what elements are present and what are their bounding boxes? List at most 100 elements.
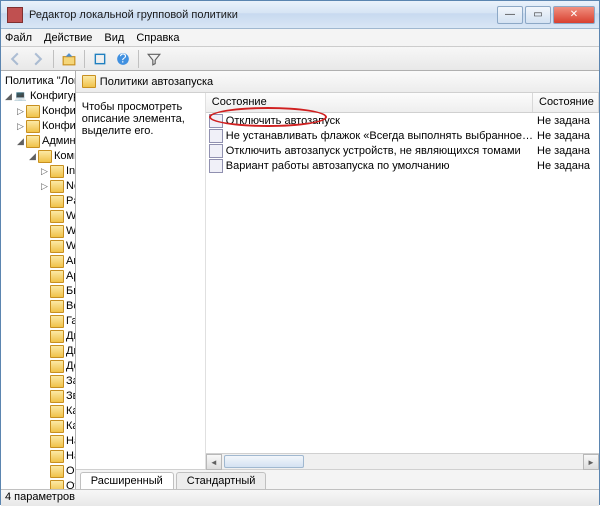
folder-icon bbox=[50, 480, 64, 489]
menu-bar: Файл Действие Вид Справка bbox=[1, 29, 599, 47]
folder-icon bbox=[82, 75, 96, 88]
menu-action[interactable]: Действие bbox=[44, 32, 92, 44]
folder-icon bbox=[50, 435, 64, 448]
scrollbar-thumb[interactable] bbox=[224, 455, 304, 468]
view-tabs: Расширенный Стандартный bbox=[76, 469, 599, 489]
policy-item[interactable]: Отключить автозапускНе задана bbox=[206, 113, 599, 128]
policy-state: Не задана bbox=[533, 130, 599, 142]
tree-item[interactable]: Звукозапись bbox=[3, 389, 75, 404]
title-bar: Редактор локальной групповой политики bbox=[1, 1, 599, 29]
tree-item[interactable]: Windows Messenger bbox=[3, 224, 75, 239]
tree-item[interactable]: Анализ стабильности Windows bbox=[3, 254, 75, 269]
policy-state: Не задана bbox=[533, 115, 599, 127]
tree-item[interactable]: Parental Controls bbox=[3, 194, 75, 209]
tree-admin-templates[interactable]: ◢ Административные шаблоны bbox=[3, 134, 75, 149]
menu-file[interactable]: Файл bbox=[5, 32, 32, 44]
policy-item[interactable]: Вариант работы автозапуска по умолчаниюН… bbox=[206, 158, 599, 173]
tree-item[interactable]: Отчеты об ошибках Windows bbox=[3, 479, 75, 489]
close-button[interactable] bbox=[553, 6, 595, 24]
status-text: 4 параметров bbox=[5, 491, 75, 503]
tree-item[interactable]: Найти bbox=[3, 434, 75, 449]
maximize-button[interactable] bbox=[525, 6, 551, 24]
tree-item[interactable]: Windows SideShow bbox=[3, 239, 75, 254]
tree-item[interactable]: Встроенная справка bbox=[3, 299, 75, 314]
toolbar-separator bbox=[84, 50, 85, 68]
folder-icon bbox=[50, 195, 64, 208]
tree-item[interactable]: Домашняя группа bbox=[3, 359, 75, 374]
folder-icon bbox=[50, 360, 64, 373]
toolbar-separator bbox=[53, 50, 54, 68]
tree-item[interactable]: Диспетчер системных ресурсов bbox=[3, 344, 75, 359]
policy-icon bbox=[209, 114, 223, 128]
svg-text:?: ? bbox=[119, 52, 126, 66]
policy-name: Отключить автозапуск устройств, не являю… bbox=[226, 145, 533, 157]
tree-computer-config[interactable]: ◢ Конфигурация компьютера bbox=[3, 89, 75, 104]
window-controls bbox=[497, 6, 595, 24]
tree-conf-programs[interactable]: ▷ Конфигурация программ bbox=[3, 104, 75, 119]
tree-item[interactable]: Архивация данных bbox=[3, 269, 75, 284]
filter-button[interactable] bbox=[144, 49, 164, 69]
tab-standard[interactable]: Стандартный bbox=[176, 472, 267, 489]
policy-icon bbox=[209, 129, 223, 143]
folder-icon bbox=[50, 405, 64, 418]
col-state[interactable]: Состояние bbox=[533, 93, 599, 112]
up-button[interactable] bbox=[59, 49, 79, 69]
folder-icon bbox=[50, 210, 64, 223]
toolbar: ? bbox=[1, 47, 599, 71]
folder-icon bbox=[50, 330, 64, 343]
tree-item[interactable]: Windows Media Center bbox=[3, 209, 75, 224]
col-setting[interactable]: Состояние bbox=[206, 93, 533, 112]
folder-icon bbox=[50, 255, 64, 268]
status-bar: 4 параметров bbox=[1, 489, 599, 506]
help-button[interactable]: ? bbox=[113, 49, 133, 69]
tree-item[interactable]: Защитник Windows bbox=[3, 374, 75, 389]
menu-help[interactable]: Справка bbox=[136, 32, 179, 44]
tree-item[interactable]: Гаджеты рабочего стола bbox=[3, 314, 75, 329]
policy-name: Вариант работы автозапуска по умолчанию bbox=[226, 160, 533, 172]
tree-item[interactable]: Диспетчер окон рабочего стола bbox=[3, 329, 75, 344]
folder-icon bbox=[50, 300, 64, 313]
folder-icon bbox=[50, 285, 64, 298]
folder-icon bbox=[50, 390, 64, 403]
tree-pane: Политика "Локальный компьютер" ◢ Конфигу… bbox=[1, 71, 76, 489]
tree-item[interactable]: Настройки презентации bbox=[3, 449, 75, 464]
columns-header: Состояние Состояние bbox=[206, 93, 599, 113]
refresh-button[interactable] bbox=[90, 49, 110, 69]
policy-icon bbox=[209, 159, 223, 173]
tree-item[interactable]: Календарь Windows bbox=[3, 404, 75, 419]
tree-item[interactable]: Биометрия bbox=[3, 284, 75, 299]
tree-root-label: Политика "Локальный компьютер" bbox=[3, 73, 75, 89]
policy-item[interactable]: Отключить автозапуск устройств, не являю… bbox=[206, 143, 599, 158]
tree-item[interactable]: ▷NetMeeting bbox=[3, 179, 75, 194]
folder-icon bbox=[50, 375, 64, 388]
tree-item[interactable]: Обозреватель игр bbox=[3, 464, 75, 479]
app-icon bbox=[7, 7, 23, 23]
tree-item[interactable]: Каналы RSS bbox=[3, 419, 75, 434]
details-header: Политики автозапуска bbox=[76, 71, 599, 93]
forward-button[interactable] bbox=[28, 49, 48, 69]
horizontal-scrollbar[interactable] bbox=[206, 453, 599, 469]
folder-icon bbox=[50, 315, 64, 328]
folder-icon bbox=[50, 165, 64, 178]
details-pane: Политики автозапуска Чтобы просмотреть о… bbox=[76, 71, 599, 489]
details-body: Чтобы просмотреть описание элемента, выд… bbox=[76, 93, 599, 469]
folder-icon bbox=[50, 465, 64, 478]
back-button[interactable] bbox=[5, 49, 25, 69]
tree-conf-windows[interactable]: ▷ Конфигурация Windows bbox=[3, 119, 75, 134]
details-description: Чтобы просмотреть описание элемента, выд… bbox=[76, 93, 206, 469]
menu-view[interactable]: Вид bbox=[104, 32, 124, 44]
main-area: Политика "Локальный компьютер" ◢ Конфигу… bbox=[1, 71, 599, 489]
policies-list: Состояние Состояние Отключить автозапуск… bbox=[206, 93, 599, 469]
folder-icon bbox=[50, 180, 64, 193]
tab-extended[interactable]: Расширенный bbox=[80, 472, 174, 489]
folder-icon bbox=[50, 345, 64, 358]
policy-item[interactable]: Не устанавливать флажок «Всегда выполнят… bbox=[206, 128, 599, 143]
details-title: Политики автозапуска bbox=[100, 76, 213, 88]
policy-icon bbox=[209, 144, 223, 158]
minimize-button[interactable] bbox=[497, 6, 523, 24]
tree-windows-components[interactable]: ◢ Компоненты Windows bbox=[3, 149, 75, 164]
folder-icon bbox=[50, 240, 64, 253]
policy-tree[interactable]: Политика "Локальный компьютер" ◢ Конфигу… bbox=[1, 71, 75, 489]
window-title: Редактор локальной групповой политики bbox=[29, 9, 497, 21]
tree-item[interactable]: ▷Internet Explorer bbox=[3, 164, 75, 179]
